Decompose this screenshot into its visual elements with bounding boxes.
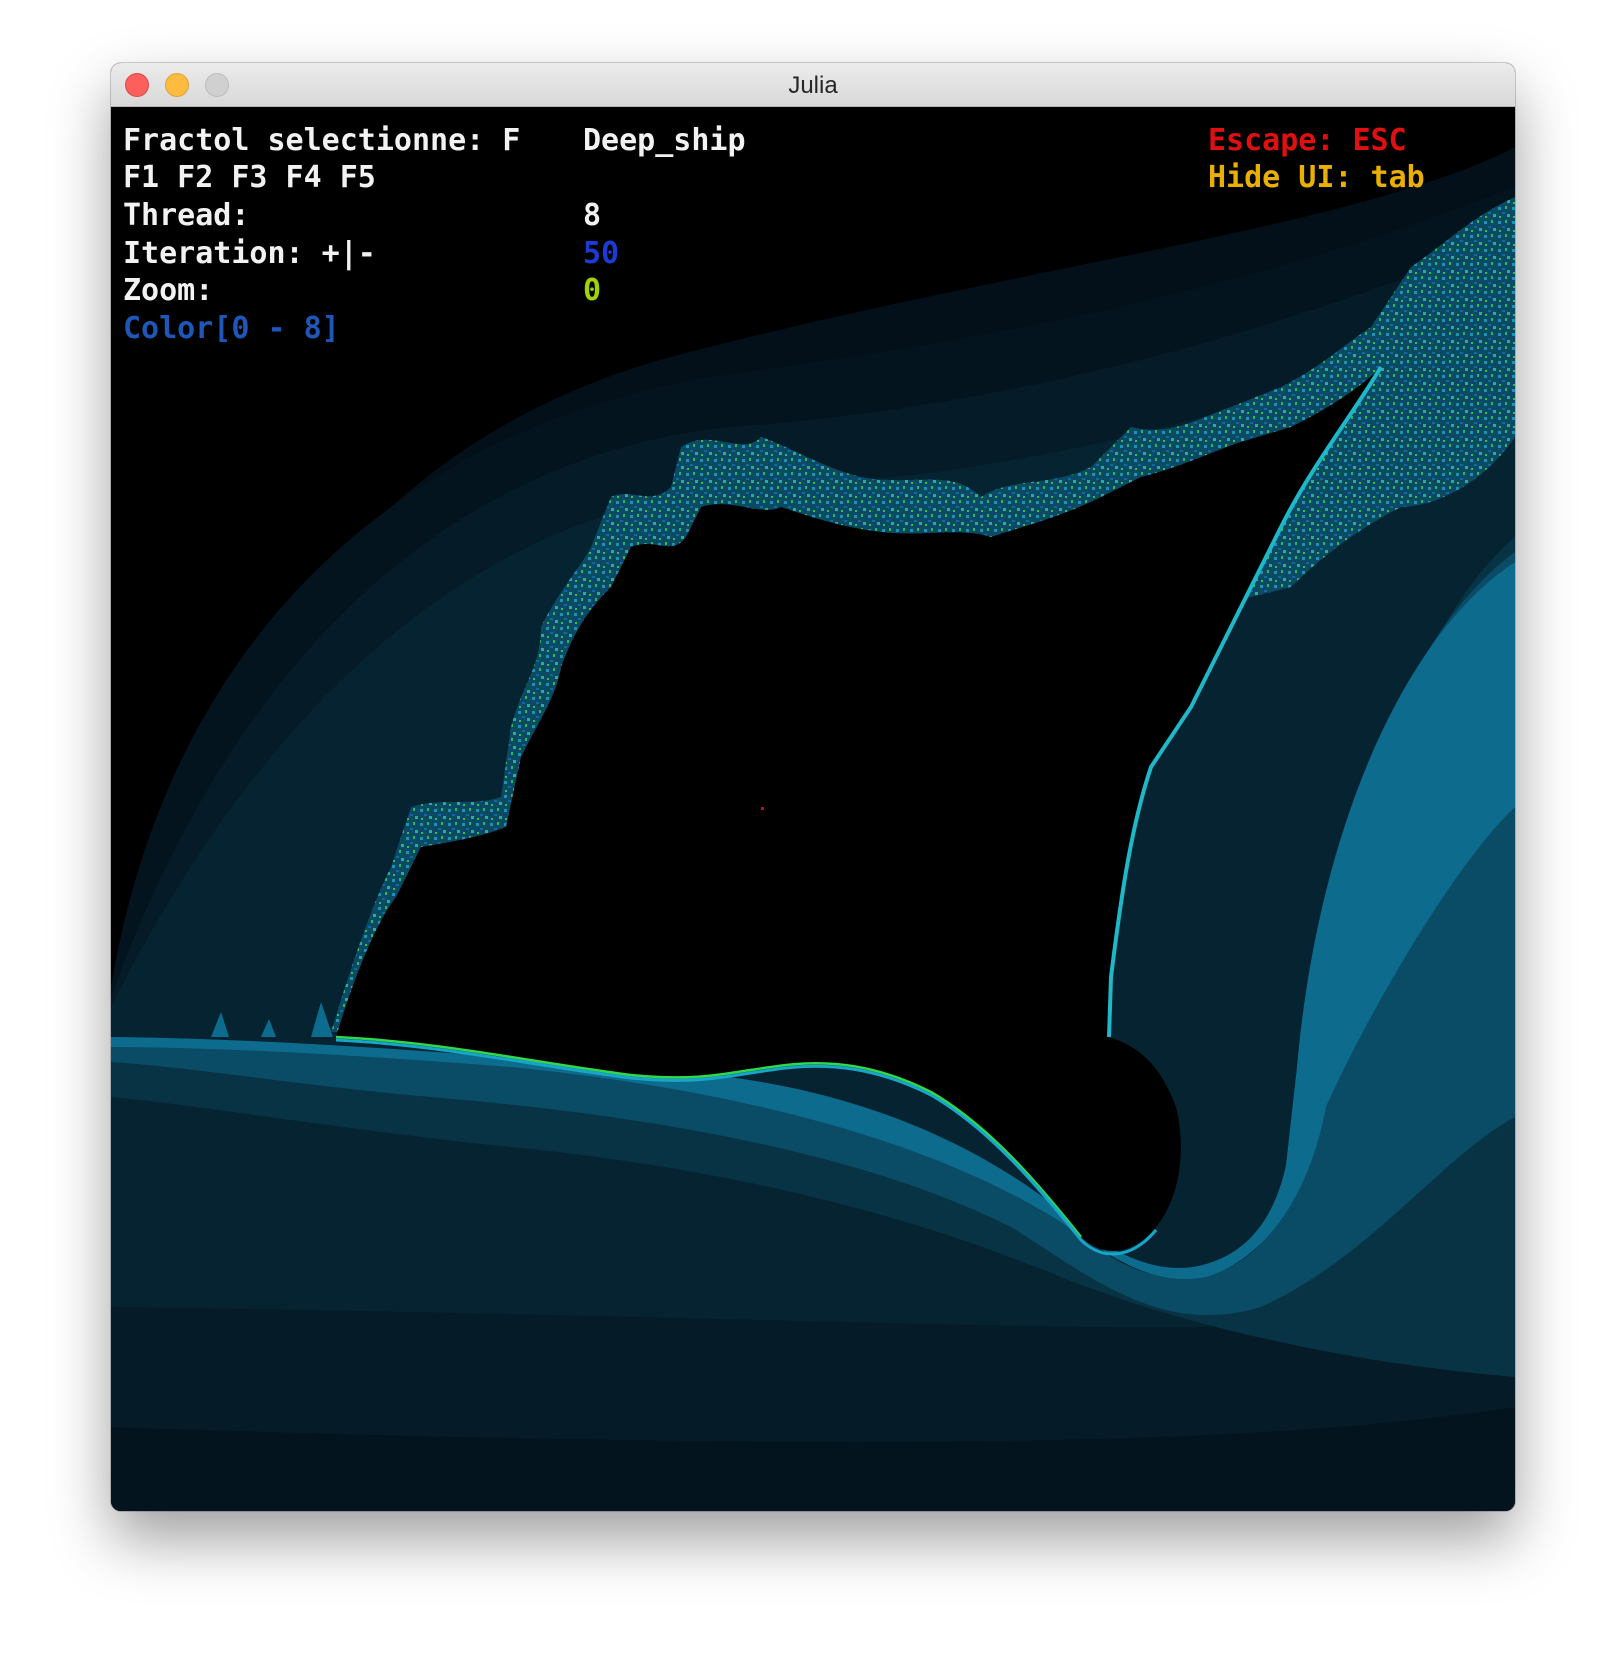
hud-fractal-name: Deep_ship: [583, 123, 746, 158]
window-title: Julia: [788, 72, 838, 99]
hud-iteration-label: Iteration: +|-: [123, 236, 376, 271]
hud-escape-hint: Escape: ESC: [1208, 123, 1407, 158]
hud-zoom-value: 0: [583, 273, 602, 308]
hud-iteration-value: 50: [583, 236, 620, 271]
title-bar[interactable]: Julia: [111, 63, 1515, 107]
hud-zoom-label: Zoom:: [123, 273, 214, 308]
hud-fkeys: F1 F2 F3 F4 F5: [123, 160, 376, 195]
hud-thread-label: Thread:: [123, 198, 250, 233]
hud-fractal-label: Fractol selectionne: F: [123, 123, 521, 158]
app-window: Julia Fractol selectionne: F Deep_ship F…: [111, 63, 1515, 1511]
hud-color-label: Color[0 - 8]: [123, 311, 340, 346]
hud-hide-ui-hint: Hide UI: tab: [1208, 160, 1425, 195]
fractal-canvas[interactable]: Fractol selectionne: F Deep_ship F1 F2 F…: [111, 107, 1515, 1511]
hud-thread-value: 8: [583, 198, 602, 233]
